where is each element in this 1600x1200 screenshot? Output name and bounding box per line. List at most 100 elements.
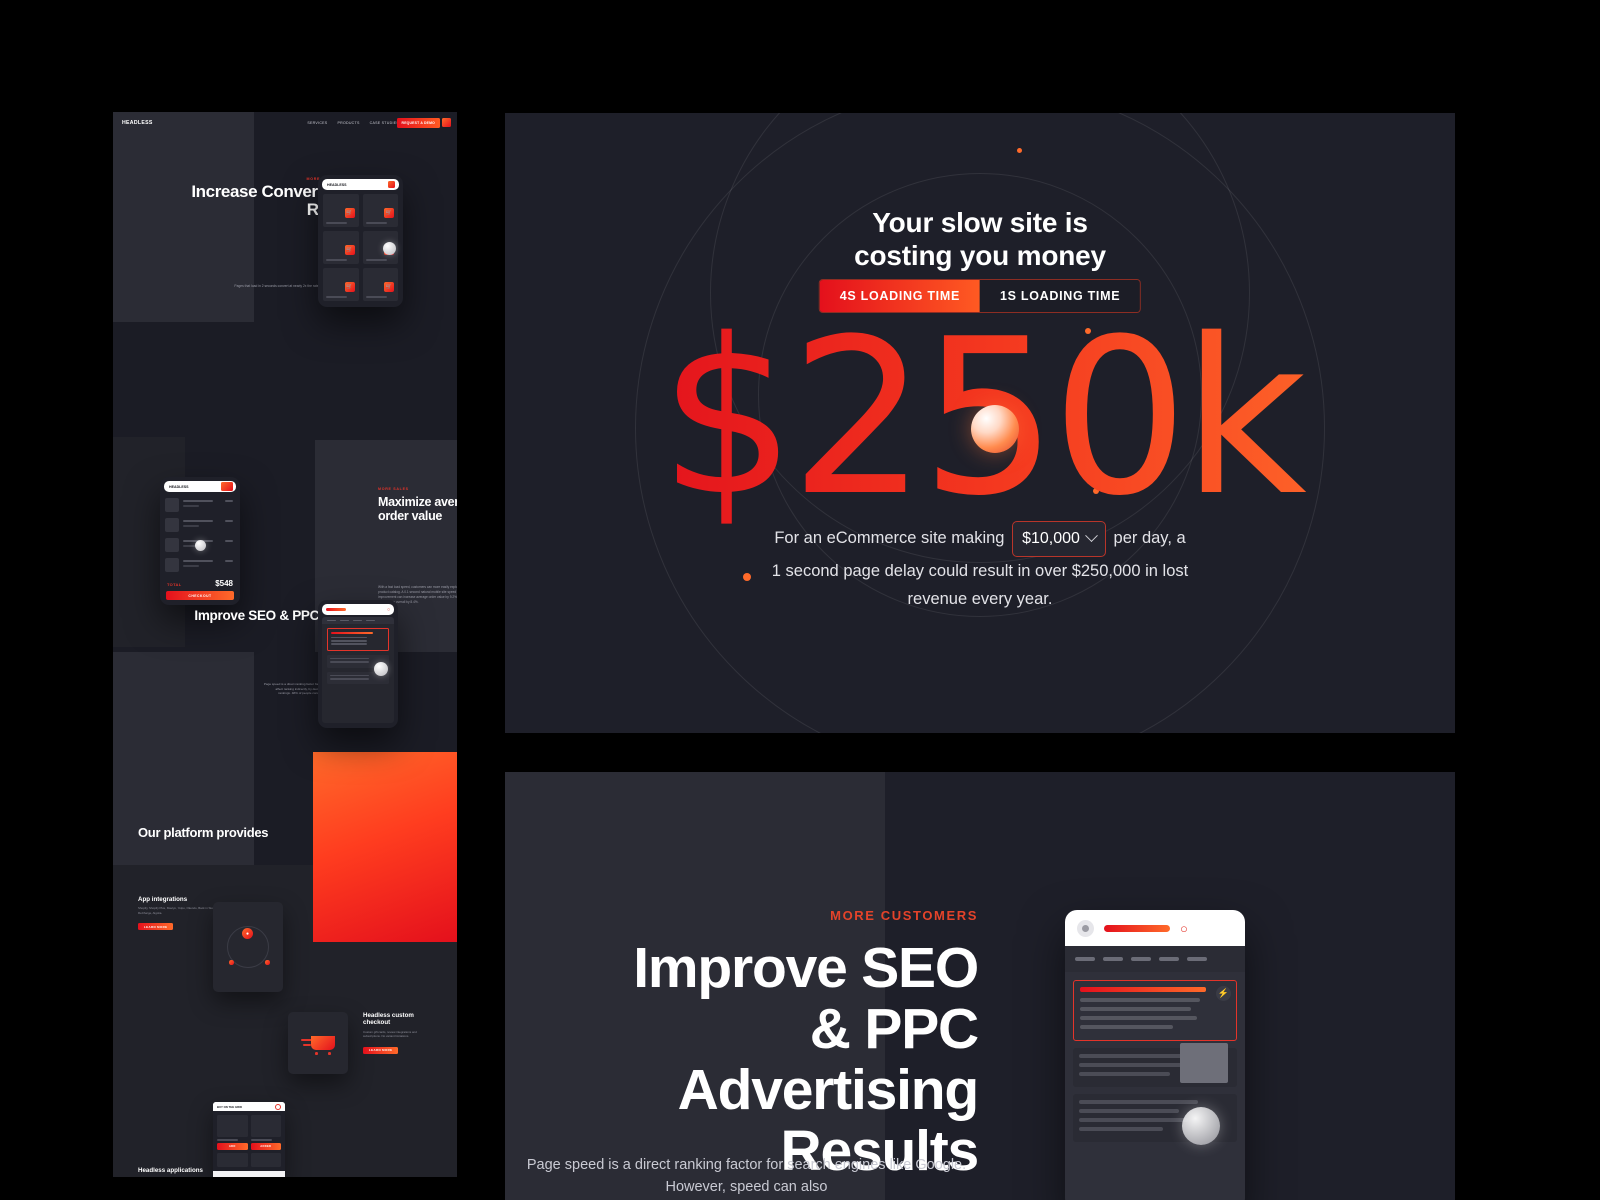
- revenue-select[interactable]: $10,000: [1012, 521, 1106, 557]
- nav-link-products[interactable]: PRODUCTS: [337, 121, 359, 125]
- serp-tabs: [322, 617, 394, 624]
- app-card-title: BUY ON THE GRID: [217, 1104, 242, 1109]
- section-heading: Maximize average order value: [378, 495, 457, 523]
- phone-topbar: HEADLESS: [322, 179, 399, 190]
- phone-topbar: ○: [322, 604, 394, 615]
- bolt-icon: ⚡: [1216, 986, 1231, 1001]
- add-to-cart-icon[interactable]: 🛒: [344, 282, 355, 292]
- product-grid-phone-mockup: HEADLESS 🛒 🛒 🛒 🛒 🛒 🛒: [318, 175, 403, 307]
- headless-app-card: BUY ON THE GRID ADD ADDED: [213, 1102, 285, 1177]
- bottom-eyebrow: MORE CUSTOMERS: [830, 908, 978, 923]
- search-results-list: ⚡: [1065, 972, 1245, 1157]
- cart-line-item: [165, 537, 235, 554]
- nav-link-case-studies[interactable]: CASE STUDIES: [370, 121, 399, 125]
- orbit-dot: [1017, 148, 1022, 153]
- product-grid: 🛒 🛒 🛒 🛒 🛒 🛒: [323, 194, 398, 301]
- section-improve-seo: MORE CUSTOMERS Improve SEO & PPC Adverti…: [113, 580, 457, 835]
- learn-more-button[interactable]: LEARN MORE: [363, 1046, 399, 1054]
- section-eyebrow: MORE SALES: [378, 487, 409, 491]
- hero-panel: Your slow site is costing you money 4S L…: [505, 113, 1455, 733]
- chevron-down-icon: [1085, 529, 1098, 543]
- shopping-cart-icon: [301, 1030, 335, 1056]
- phone-cart-icon: [388, 181, 395, 188]
- heading-line-1: Improve SEO: [633, 936, 979, 1000]
- app-card-header: BUY ON THE GRID: [213, 1102, 285, 1111]
- integration-node: [229, 960, 234, 965]
- app-tile[interactable]: [250, 1152, 281, 1167]
- avatar: [1077, 919, 1094, 937]
- add-to-cart-icon[interactable]: 🛒: [384, 208, 394, 218]
- revenue-select-value: $10,000: [1022, 530, 1080, 547]
- cursor-indicator: [195, 540, 206, 551]
- hero-description: For an eCommerce site making $10,000 per…: [770, 521, 1190, 613]
- product-cell[interactable]: 🛒: [362, 231, 398, 264]
- screenshot-stage: HEADLESS SERVICES PRODUCTS CASE STUDIES …: [0, 0, 1600, 1200]
- feature-body: Shopify, Shopify Plus, Klaviyo, Yotpo, O…: [138, 906, 217, 915]
- cursor-indicator: [374, 662, 388, 676]
- top-search-result[interactable]: ⚡: [1073, 980, 1237, 1145]
- phone-logo: HEADLESS: [327, 182, 347, 187]
- hero-title-line1: Your slow site is: [872, 207, 1088, 238]
- heading-line-3: Advertising: [677, 1057, 980, 1122]
- cursor-indicator: [1182, 1107, 1220, 1145]
- search-icon: ○: [386, 606, 390, 613]
- serp-phone-mockup: ○: [318, 600, 398, 728]
- hero-title: Your slow site is costing you money: [505, 206, 1455, 272]
- app-tile[interactable]: [250, 1115, 281, 1137]
- cart-line-items: [165, 497, 235, 577]
- product-cell[interactable]: 🛒: [362, 268, 398, 301]
- feature-app-integrations: App integrations Shopify, Shopify Plus, …: [138, 896, 223, 933]
- nav-links: SERVICES PRODUCTS CASE STUDIES: [307, 121, 399, 125]
- checkout-illustration-card: [288, 1012, 348, 1074]
- integration-node: [265, 960, 270, 965]
- product-cell[interactable]: 🛒: [362, 194, 398, 227]
- platform-heading: Our platform provides: [138, 825, 269, 840]
- site-navbar: HEADLESS SERVICES PRODUCTS CASE STUDIES …: [113, 112, 457, 136]
- search-bar: [326, 608, 346, 611]
- cart-line-item: [165, 517, 235, 534]
- feature-title: Headless custom checkout: [363, 1012, 414, 1027]
- product-cell[interactable]: 🛒: [323, 268, 359, 301]
- bottom-body: Page speed is a direct ranking factor fo…: [526, 1157, 967, 1196]
- cart-badge-icon: [221, 482, 233, 491]
- menu-icon[interactable]: [442, 118, 451, 127]
- feature-title: Headless applications: [138, 1167, 203, 1174]
- browser-tabs: [1065, 946, 1245, 972]
- feature-headless-checkout: Headless custom checkout Custom gift car…: [363, 1012, 433, 1056]
- left-page-mockup: HEADLESS SERVICES PRODUCTS CASE STUDIES …: [113, 112, 457, 1177]
- add-to-cart-icon[interactable]: 🛒: [344, 245, 355, 255]
- integration-node-center: ●: [242, 928, 253, 939]
- close-icon[interactable]: [275, 1103, 281, 1110]
- learn-more-button[interactable]: LEARN MORE: [138, 923, 174, 931]
- product-cell[interactable]: 🛒: [323, 231, 359, 264]
- app-tile[interactable]: [217, 1152, 248, 1167]
- feature-title: App integrations: [138, 896, 188, 903]
- browser-topbar: ○: [1065, 910, 1245, 946]
- added-button[interactable]: ADDED: [250, 1142, 281, 1150]
- cart-line-item: [165, 497, 235, 514]
- orbit-dot: [743, 573, 751, 581]
- heading-line-2: & PPC: [809, 996, 979, 1061]
- phone-topbar: HEADLESS: [164, 481, 236, 492]
- add-to-cart-icon[interactable]: 🛒: [384, 282, 394, 292]
- section-platform-provides: Our platform provides App integrations S…: [113, 812, 457, 1177]
- nav-link-services[interactable]: SERVICES: [307, 121, 327, 125]
- app-tile[interactable]: [217, 1115, 248, 1137]
- bottom-heading: Improve SEO & PPC Advertising Results: [505, 938, 1455, 1182]
- search-icon[interactable]: ○: [1180, 921, 1188, 936]
- logo[interactable]: HEADLESS: [122, 120, 153, 126]
- request-demo-button[interactable]: REQUEST A DEMO: [396, 118, 440, 128]
- integration-diagram-card: ●: [213, 902, 283, 992]
- product-cell[interactable]: 🛒: [323, 194, 359, 227]
- feature-body: Custom gift cards, review integrations a…: [363, 1029, 417, 1039]
- planet-graphic: [971, 405, 1019, 453]
- cart-line-item: [165, 557, 235, 574]
- add-to-cart-icon[interactable]: 🛒: [344, 208, 355, 218]
- description-pre: For an eCommerce site making: [774, 529, 1005, 548]
- cursor-indicator: [383, 242, 396, 255]
- add-button[interactable]: ADD: [217, 1142, 248, 1150]
- search-query-bar[interactable]: [1104, 924, 1170, 932]
- hero-title-line2: costing you money: [854, 240, 1106, 272]
- serp-top-result[interactable]: [327, 628, 389, 651]
- result-thumbnail: [1180, 1043, 1228, 1083]
